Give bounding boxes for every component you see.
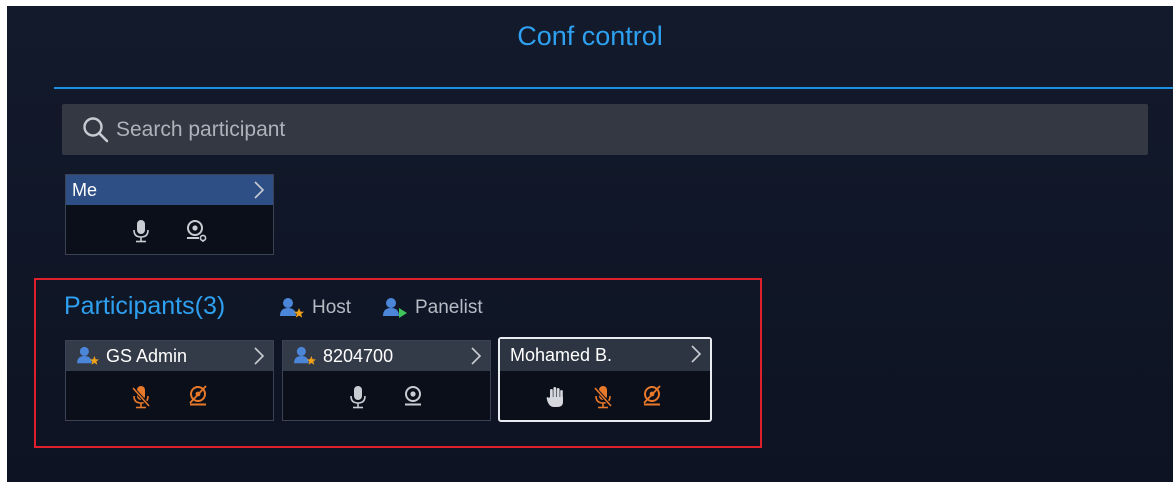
search-input[interactable]: Search participant bbox=[116, 118, 285, 142]
chevron-right-icon[interactable] bbox=[253, 181, 265, 199]
microphone-icon[interactable] bbox=[349, 385, 367, 409]
camera-icon[interactable] bbox=[184, 219, 208, 243]
participant-name: GS Admin bbox=[106, 345, 188, 366]
participant-card-header[interactable]: Mohamed B. bbox=[500, 339, 710, 371]
participant-name: Mohamed B. bbox=[510, 344, 613, 365]
chevron-right-icon[interactable] bbox=[470, 347, 482, 365]
participant-card-selected[interactable]: Mohamed B. bbox=[498, 337, 712, 422]
microphone-muted-icon[interactable] bbox=[592, 385, 614, 409]
participant-card[interactable]: GS Admin bbox=[65, 340, 274, 421]
camera-icon[interactable] bbox=[401, 385, 425, 409]
participant-card[interactable]: 8204700 bbox=[282, 340, 491, 421]
legend-host-label: Host bbox=[312, 297, 352, 318]
microphone-icon[interactable] bbox=[132, 219, 150, 243]
title-divider bbox=[54, 87, 1173, 89]
camera-off-icon[interactable] bbox=[640, 384, 664, 409]
camera-off-icon[interactable] bbox=[186, 384, 210, 409]
panelist-icon bbox=[383, 298, 407, 318]
host-icon bbox=[293, 346, 317, 366]
host-icon bbox=[76, 346, 100, 366]
me-card-header[interactable]: Me bbox=[66, 175, 273, 205]
participant-controls bbox=[66, 371, 273, 422]
conf-control-screen: Conf control Search participant Me Parti… bbox=[7, 6, 1173, 482]
search-icon bbox=[83, 116, 109, 142]
participant-card-header[interactable]: 8204700 bbox=[283, 341, 490, 371]
chevron-right-icon[interactable] bbox=[253, 347, 265, 365]
participant-controls bbox=[283, 371, 490, 422]
chevron-right-icon[interactable] bbox=[690, 345, 702, 363]
participants-title: Participants(3) bbox=[64, 292, 226, 320]
page-title: Conf control bbox=[517, 21, 663, 51]
participant-name: 8204700 bbox=[323, 345, 394, 366]
search-bar[interactable]: Search participant bbox=[62, 104, 1148, 155]
legend-host: Host bbox=[279, 297, 351, 319]
host-icon bbox=[280, 298, 304, 318]
me-card[interactable]: Me bbox=[65, 174, 274, 255]
microphone-muted-icon[interactable] bbox=[130, 385, 152, 409]
legend-panelist-label: Panelist bbox=[415, 297, 483, 318]
legend-panelist: Panelist bbox=[382, 297, 483, 319]
participant-controls bbox=[500, 371, 710, 422]
me-card-controls bbox=[66, 205, 273, 256]
raised-hand-icon[interactable] bbox=[546, 386, 566, 408]
me-card-name: Me bbox=[72, 179, 98, 200]
participant-card-header[interactable]: GS Admin bbox=[66, 341, 273, 371]
